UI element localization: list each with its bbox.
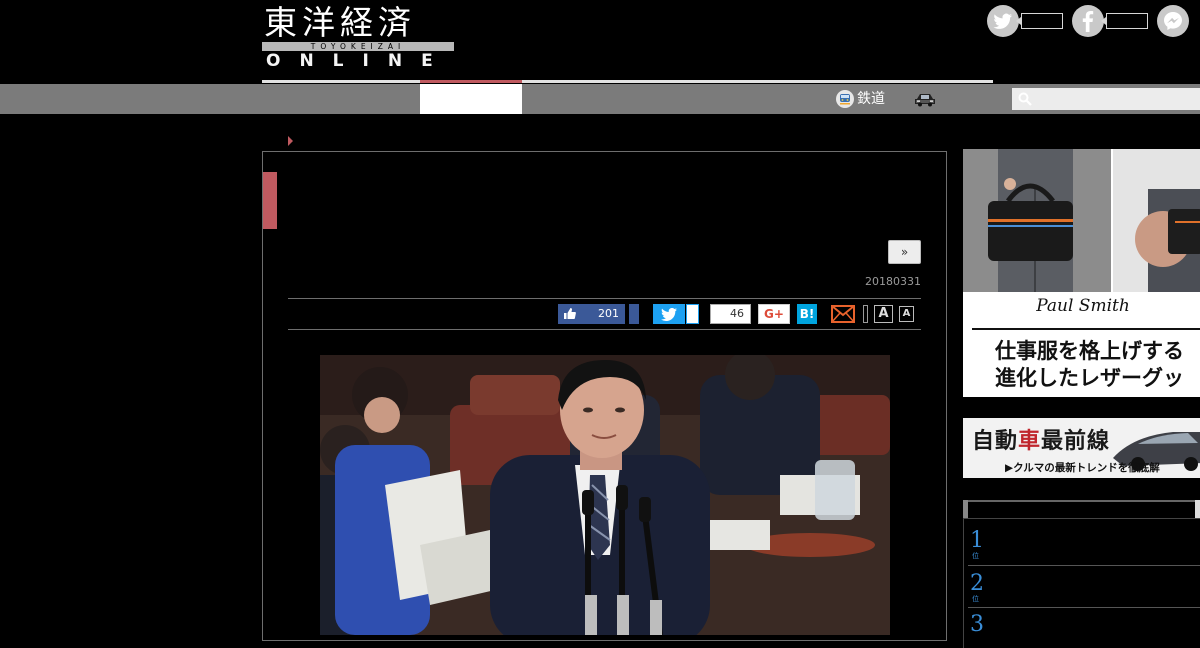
ranking-header-marker [963,500,968,518]
messenger-icon[interactable] [1157,5,1189,37]
ranking-header [963,500,1200,502]
auto-feature-title[interactable]: 自動車最前線 [972,423,1110,455]
auto-feature-subtitle: ▶クルマの最新トレンドを徹底解 [1005,462,1160,474]
like-count: 201 [598,307,619,320]
ranking-separator [968,565,1200,566]
twitter-icon[interactable] [987,5,1019,37]
hatena-bookmark-button[interactable]: B! [797,304,817,324]
mail-icon[interactable] [831,305,855,323]
nav-item-railway[interactable]: 鉄道 [836,84,885,114]
ad-copy-line: 仕事服を格上げする [995,339,1184,363]
rank-suffix: 位 [972,595,979,603]
tweet-count-box [686,304,699,324]
logo-kanji[interactable]: 東洋経済 [264,3,456,43]
facebook-share-button[interactable] [629,304,639,324]
title-accent-bar [263,172,277,229]
thumbs-up-icon [564,308,576,319]
twitter-count-box [1021,13,1063,29]
google-plus-button[interactable]: G+ [758,304,790,324]
font-small-button[interactable]: A [899,306,914,322]
search-input[interactable] [1012,88,1200,110]
auto-title-part: 自動 [972,429,1019,454]
search-icon[interactable] [1018,92,1032,106]
nav-railway-label: 鉄道 [857,91,885,107]
rank-number[interactable]: 2 [970,573,984,595]
next-page-button[interactable]: » [888,240,921,264]
ad-brand: Paul Smith [1036,296,1130,316]
logo-online[interactable]: ONLINE [266,50,456,72]
facebook-like-button[interactable]: 201 [558,304,625,324]
nav-active-indicator [420,80,522,83]
font-large-button[interactable]: A [874,305,893,323]
twitter-bird-icon [661,308,677,321]
rank-number[interactable]: 3 [970,614,984,636]
ranking-list [963,518,1200,648]
rank-suffix: 位 [972,552,979,560]
ranking-separator [968,607,1200,608]
breadcrumb-arrow-icon [288,136,293,146]
article-photo[interactable] [320,355,890,635]
share-divider-bottom [288,329,921,330]
font-size-divider [863,305,868,323]
ranking-tab[interactable] [1195,500,1200,518]
car-icon[interactable] [914,91,936,107]
nav-top-line [262,80,993,83]
pocket-count-box[interactable]: 46 [710,304,751,324]
ad-copy-line: 進化したレザーグッ [995,366,1184,390]
auto-title-red: 車 [1018,429,1042,454]
tweet-button[interactable] [653,304,685,324]
train-icon [836,90,854,108]
auto-title-part: 最前線 [1041,429,1111,454]
facebook-icon[interactable] [1072,5,1104,37]
article-date: 20180331 [865,275,921,288]
rank-number[interactable]: 1 [970,530,984,552]
share-divider-top [288,298,921,299]
facebook-count-box [1106,13,1148,29]
ad-divider [972,328,1200,330]
nav-active-tab[interactable] [420,84,522,114]
